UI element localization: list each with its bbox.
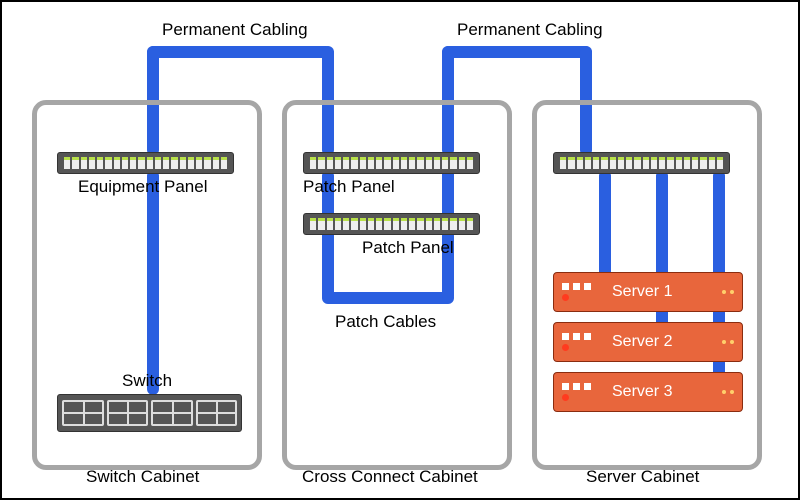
permanent-cabling-left-label: Permanent Cabling — [162, 20, 308, 40]
server-3: Server 3 — [553, 372, 743, 412]
diagram-canvas: Switch Cabinet Cross Connect Cabinet Ser… — [0, 0, 800, 500]
equipment-panel — [57, 152, 234, 174]
patch-cables-label: Patch Cables — [335, 312, 436, 332]
patch-panel-bottom — [303, 213, 480, 235]
server-3-label: Server 3 — [606, 383, 704, 401]
patch-panel-top — [303, 152, 480, 174]
server-2-label: Server 2 — [606, 333, 704, 351]
switch-cabinet-label: Switch Cabinet — [86, 467, 199, 487]
patch-panel-bottom-label: Patch Panel — [362, 238, 454, 258]
equipment-panel-label: Equipment Panel — [78, 177, 207, 197]
switch-label: Switch — [122, 371, 172, 391]
cable-permanent-right-h — [442, 46, 592, 58]
server-panel — [553, 152, 730, 174]
server-2: Server 2 — [553, 322, 743, 362]
patch-panel-top-label: Patch Panel — [303, 177, 395, 197]
server-1: Server 1 — [553, 272, 743, 312]
server-1-label: Server 1 — [606, 283, 704, 301]
cable-permanent-left-h — [147, 46, 332, 58]
permanent-cabling-right-label: Permanent Cabling — [457, 20, 603, 40]
server-cabinet-label: Server Cabinet — [586, 467, 699, 487]
cross-connect-cabinet-label: Cross Connect Cabinet — [302, 467, 478, 487]
switch-device — [57, 394, 242, 432]
